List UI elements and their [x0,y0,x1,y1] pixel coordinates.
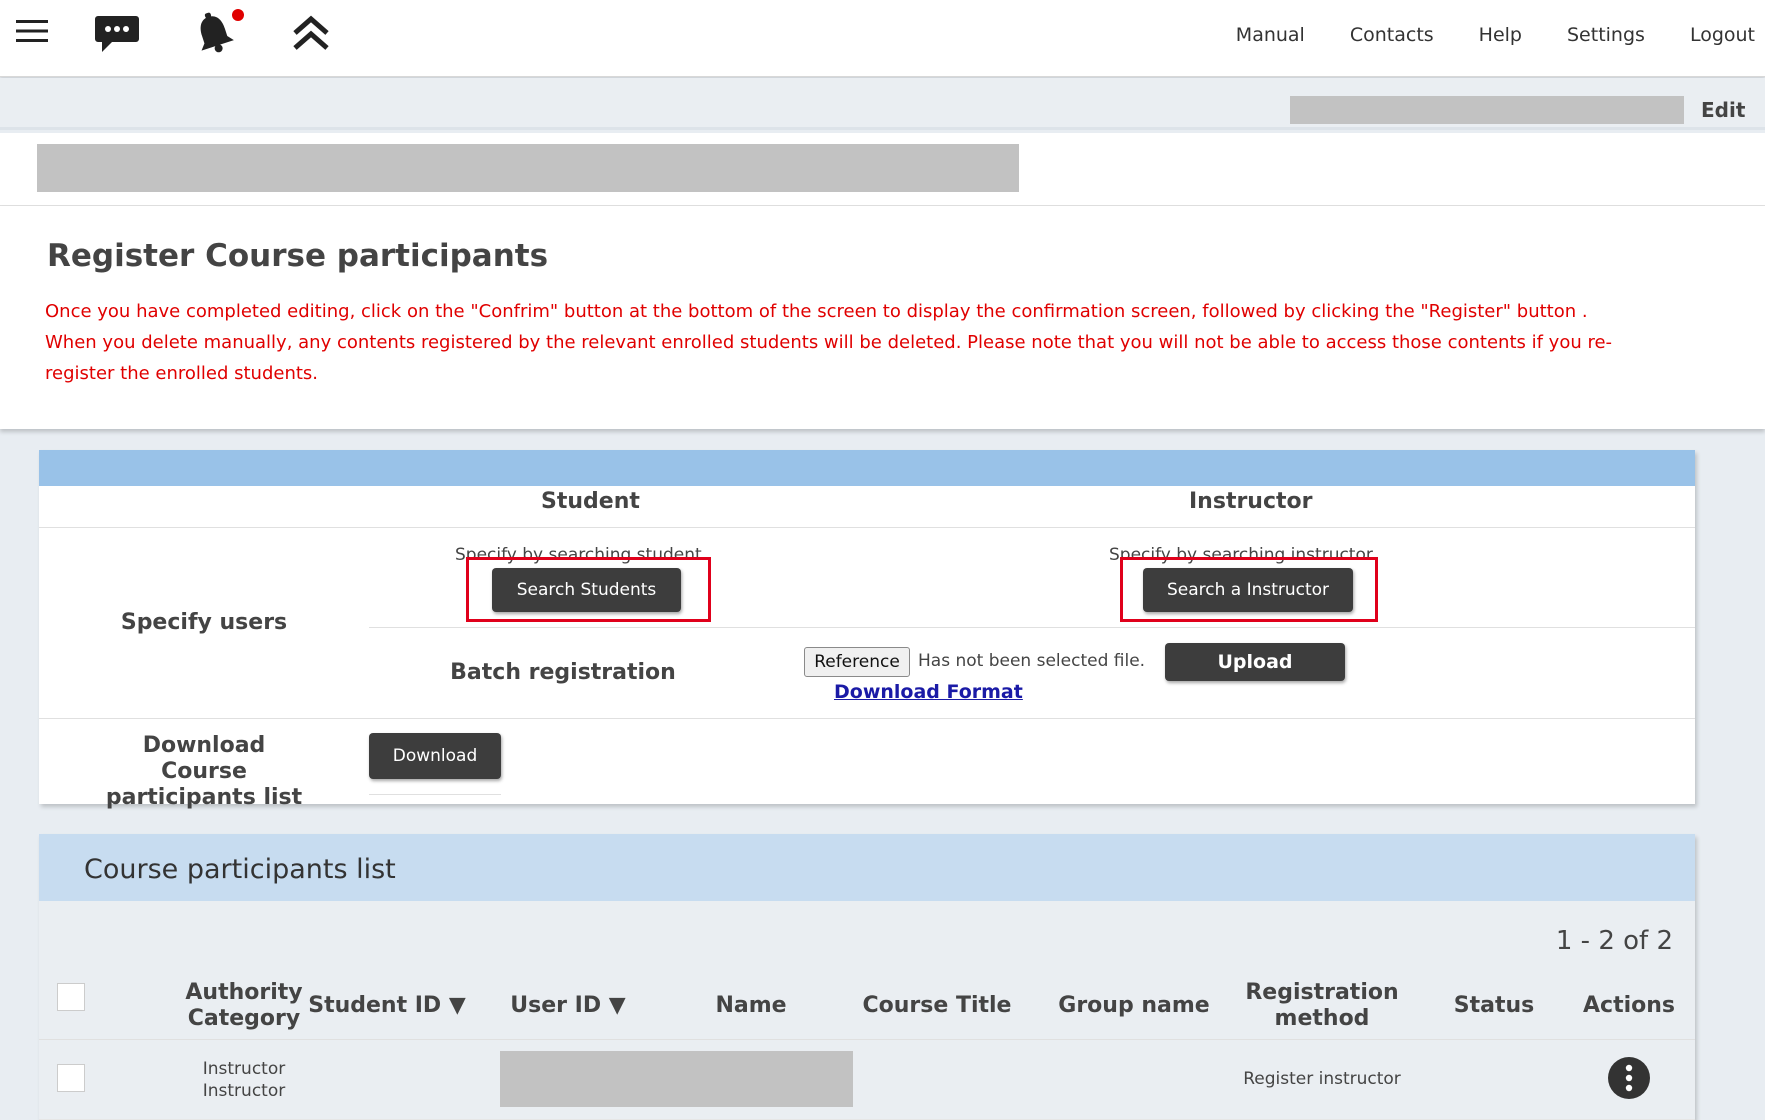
intro-section: Register Course participants Once you ha… [0,206,1765,429]
nav-settings[interactable]: Settings [1567,24,1645,46]
download-button[interactable]: Download [369,733,501,779]
redacted-course-name [1290,96,1684,124]
course-participants-panel: Course participants list 1 - 2 of 2 Auth… [39,834,1695,1120]
notification-bell-icon[interactable] [192,8,248,60]
select-all-checkbox[interactable] [57,983,85,1011]
table-row: Instructor Instructor Register instructo… [39,1041,1695,1120]
column-actions: Actions [1583,993,1675,1018]
divider [39,718,1695,719]
row-registration-method: Register instructor [1243,1069,1401,1089]
column-registration-method: Registration method [1245,980,1399,1031]
double-chevron-up-icon[interactable] [291,13,331,57]
hamburger-menu-icon[interactable] [16,18,48,48]
course-subbar: Edit [0,78,1765,130]
specify-users-label: Specify users [120,610,288,635]
redacted-user-info [500,1051,853,1107]
nav-logout[interactable]: Logout [1690,24,1755,46]
page-title: Register Course participants [47,238,549,274]
nav-contacts[interactable]: Contacts [1350,24,1434,46]
column-student-id[interactable]: Student ID ▼ [302,993,472,1019]
student-button-highlight [466,557,711,622]
row-authority-category: Instructor Instructor [202,1059,286,1101]
column-header-instructor: Instructor [1189,489,1313,514]
column-course-title: Course Title [862,993,1012,1018]
column-user-id[interactable]: User ID ▼ [498,993,638,1019]
file-status-text: Has not been selected file. [918,651,1146,671]
notice-line-1: Once you have completed editing, click o… [45,301,1588,322]
nav-manual[interactable]: Manual [1236,24,1305,46]
notice-line-2: When you delete manually, any contents r… [45,332,1613,384]
specify-users-panel: Student Instructor Specify users Specify… [39,450,1695,810]
upload-button[interactable]: Upload [1165,643,1345,681]
notice-text: Once you have completed editing, click o… [45,296,1645,389]
redacted-course-title [37,144,1019,192]
divider [39,527,1695,528]
column-status: Status [1453,993,1535,1018]
download-participants-label: Download Course participants list [105,733,303,810]
list-header-bar: Course participants list [39,834,1695,901]
table-header-row: Authority Category Student ID ▼ User ID … [39,971,1695,1040]
column-group-name: Group name [1058,993,1210,1018]
edit-link[interactable]: Edit [1701,98,1745,122]
batch-registration-label: Batch registration [450,660,676,685]
nav-help[interactable]: Help [1479,24,1522,46]
divider [369,794,501,795]
notification-dot [232,9,244,21]
column-name: Name [715,993,787,1018]
reference-file-button[interactable]: Reference [804,647,910,677]
top-nav-links: Manual Contacts Help Settings Logout [1236,24,1765,46]
column-header-student: Student [541,489,640,514]
row-checkbox[interactable] [57,1064,85,1092]
course-heading-block [0,133,1765,206]
divider [369,627,1695,628]
download-format-link[interactable]: Download Format [834,681,1023,703]
instructor-button-highlight [1120,557,1378,622]
row-actions-menu-icon[interactable] [1608,1057,1650,1099]
top-navigation-bar: Manual Contacts Help Settings Logout [0,0,1765,77]
chat-bubble-icon[interactable] [94,14,140,58]
list-title: Course participants list [84,854,396,885]
panel-header-bar [39,450,1695,486]
pagination-count: 1 - 2 of 2 [1555,926,1673,956]
